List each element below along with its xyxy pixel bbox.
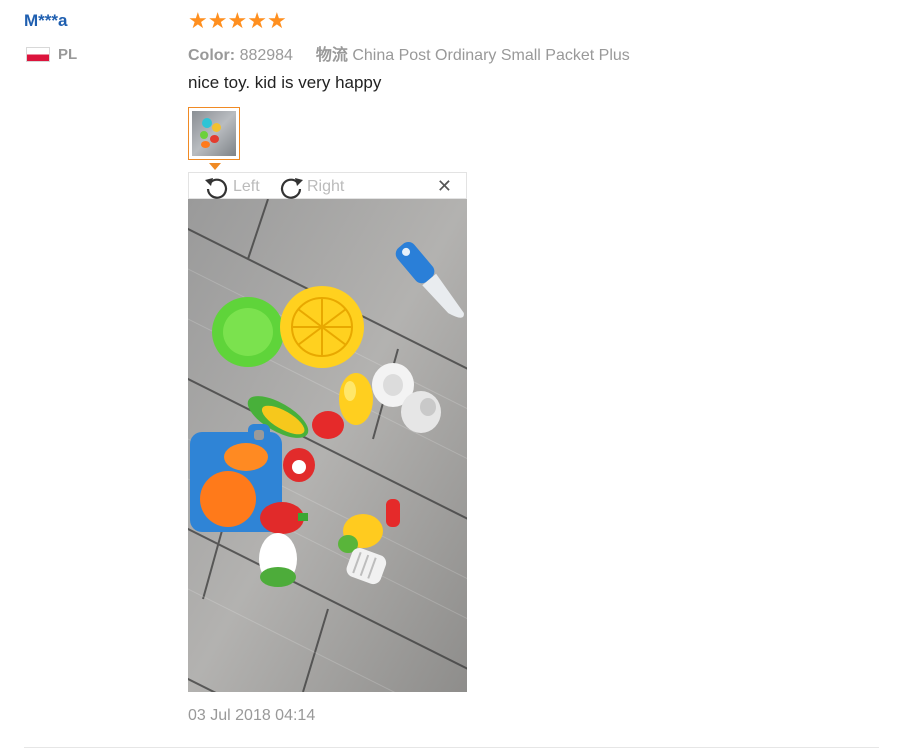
star-icon: ★ [207,8,228,33]
rotate-left-button[interactable]: Left [203,173,260,200]
rotate-right-icon [280,177,303,199]
review-text: nice toy. kid is very happy [188,73,382,92]
shipping-value: China Post Ordinary Small Packet Plus [352,47,630,64]
reviewer-name[interactable]: M***a [24,11,67,31]
review-photo-large [188,199,467,692]
star-rating: ★ ★ ★ ★ ★ [188,9,287,33]
close-icon[interactable]: ✕ [437,176,452,197]
poland-flag-icon [26,47,50,62]
star-icon: ★ [247,8,267,33]
color-label: Color: [188,47,236,64]
order-info: Color: 882984 物流 China Post Ordinary Sma… [188,41,630,65]
review-date: 03 Jul 2018 04:14 [188,707,316,724]
rotate-right-label: Right [307,177,345,195]
rotate-left-label: Left [233,177,260,195]
shipping-label: 物流 [315,47,348,64]
star-icon: ★ [227,8,248,33]
thumbnail-image [192,111,236,156]
review-photo-thumbnail[interactable] [188,107,240,160]
star-icon: ★ [266,8,287,33]
reviewer-country: PL [26,46,77,63]
toy-food-photo [188,199,467,692]
rotate-left-icon [205,177,228,199]
review-divider [24,747,879,748]
country-code: PL [58,46,78,63]
rotate-right-button[interactable]: Right [277,173,344,200]
image-viewer-toolbar: Left Right ✕ [188,172,467,199]
color-value: 882984 [239,47,293,64]
star-icon: ★ [188,8,208,33]
selected-thumbnail-caret [209,163,221,170]
